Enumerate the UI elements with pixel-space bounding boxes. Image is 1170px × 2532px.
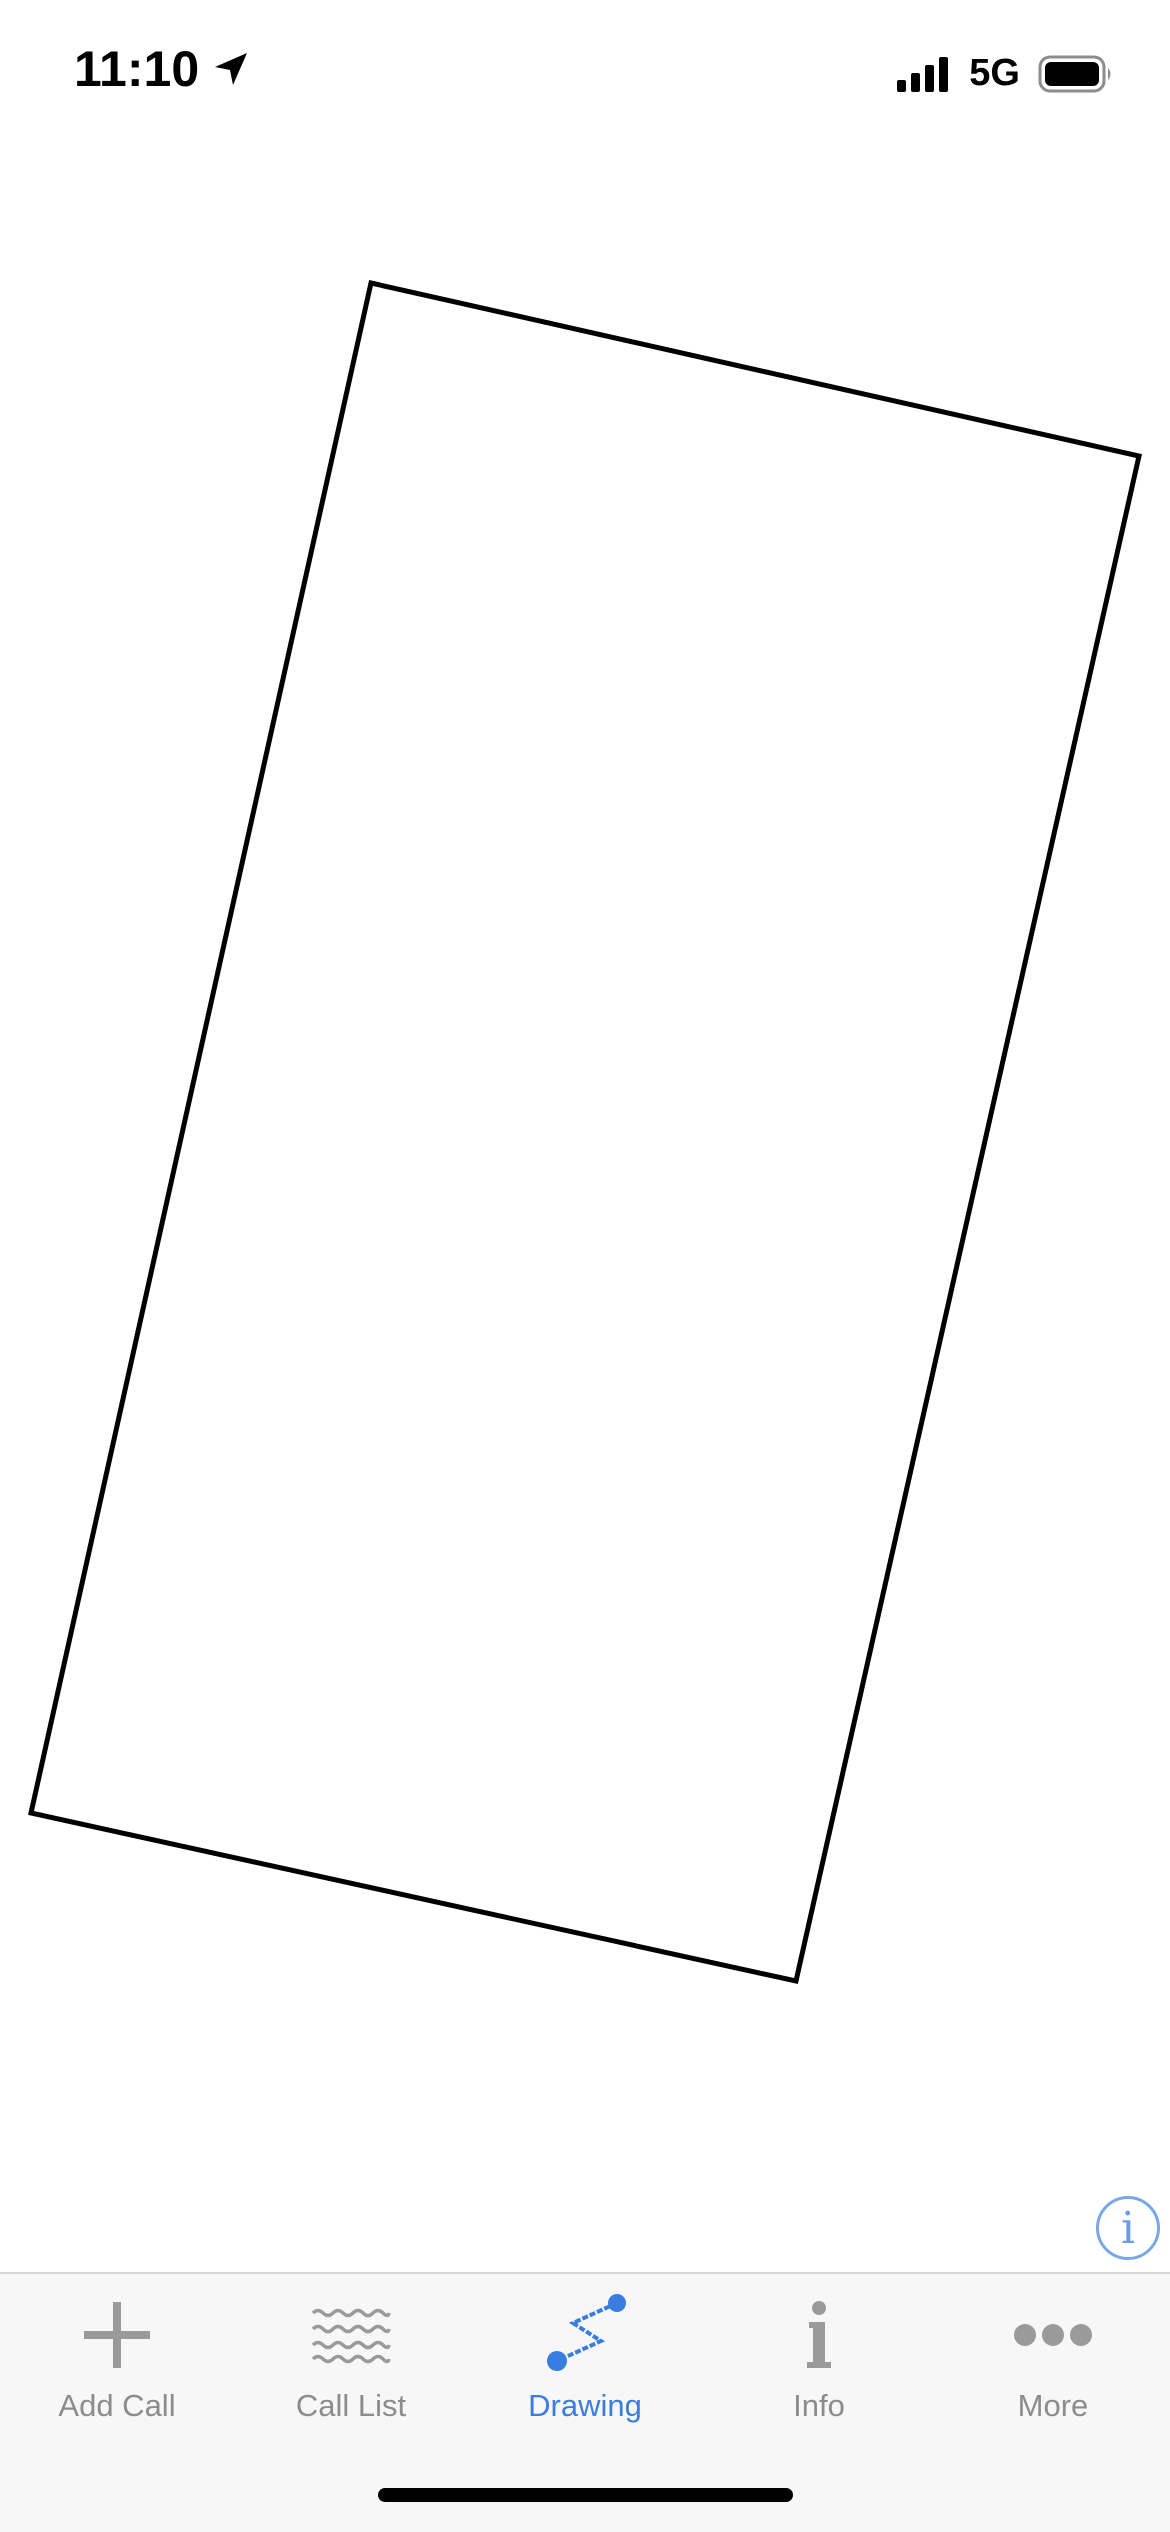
drawing-canvas[interactable] bbox=[0, 150, 1170, 2270]
drawing-svg bbox=[28, 280, 1142, 1984]
info-button[interactable]: i bbox=[1096, 2196, 1160, 2260]
tab-drawing[interactable]: Drawing bbox=[468, 2294, 702, 2444]
tab-call-list[interactable]: Call List bbox=[234, 2294, 468, 2444]
tab-info[interactable]: Info bbox=[702, 2294, 936, 2444]
wavy-lines-icon bbox=[311, 2308, 391, 2364]
info-circle-icon: i bbox=[1120, 2202, 1136, 2254]
info-icon bbox=[807, 2301, 831, 2368]
tab-label: Call List bbox=[295, 2388, 407, 2423]
tab-label: Info bbox=[793, 2388, 845, 2423]
plus-icon bbox=[84, 2302, 150, 2368]
tab-label: More bbox=[1017, 2388, 1089, 2423]
tab-label: Drawing bbox=[528, 2388, 642, 2423]
status-bar: 11:10 5G bbox=[0, 0, 1170, 150]
drawn-rectangle[interactable] bbox=[28, 280, 1142, 1984]
network-type: 5G bbox=[969, 52, 1020, 94]
ellipsis-icon bbox=[1014, 2324, 1092, 2346]
status-time: 11:10 bbox=[74, 40, 251, 98]
status-indicators: 5G bbox=[895, 52, 1114, 95]
tab-add-call[interactable]: Add Call bbox=[0, 2294, 234, 2444]
drawing-path-icon bbox=[547, 2294, 626, 2371]
battery-icon bbox=[1038, 55, 1111, 92]
tab-label: Add Call bbox=[58, 2388, 176, 2423]
location-arrow-icon bbox=[215, 53, 248, 85]
tab-more[interactable]: More bbox=[936, 2294, 1170, 2444]
clock-label: 11:10 bbox=[74, 41, 200, 97]
cellular-signal-icon bbox=[897, 56, 949, 92]
home-indicator bbox=[378, 2488, 793, 2502]
